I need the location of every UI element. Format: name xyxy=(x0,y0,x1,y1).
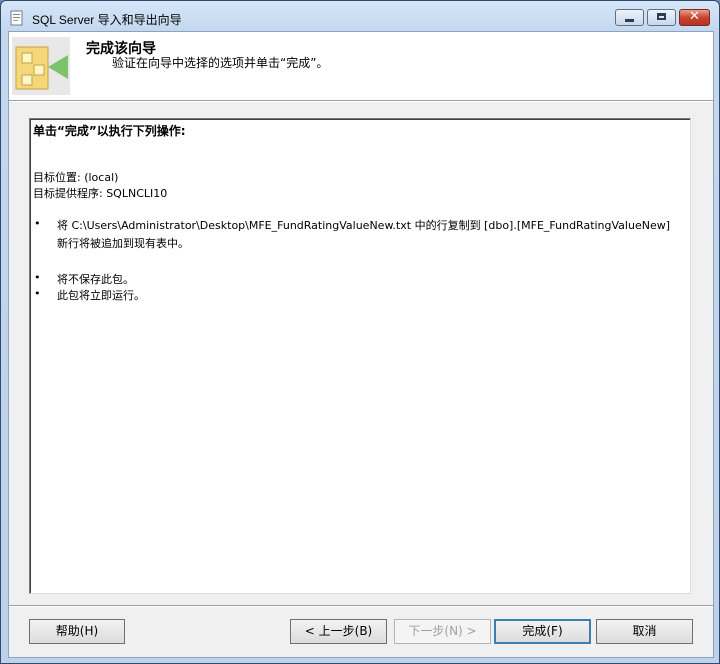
header-divider xyxy=(9,101,713,102)
wizard-window: SQL Server 导入和导出向导 ✕ 完成该向导 验证在向导中选择的选项并单… xyxy=(0,0,720,664)
copy-rows-line: 将 C:\Users\Administrator\Desktop\MFE_Fun… xyxy=(57,219,671,232)
maximize-button[interactable] xyxy=(647,9,676,26)
page-subtitle: 验证在向导中选择的选项并单击“完成”。 xyxy=(112,56,329,70)
maximize-icon xyxy=(657,13,666,20)
app-icon xyxy=(10,10,23,26)
summary-heading: 单击“完成”以执行下列操作: xyxy=(33,124,186,138)
bullet-marker: • xyxy=(34,287,41,300)
close-icon: ✕ xyxy=(689,9,700,24)
summary-panel[interactable]: 单击“完成”以执行下列操作: 目标位置: (local) 目标提供程序: SQL… xyxy=(29,118,691,594)
finish-button[interactable]: 完成(F) xyxy=(494,619,591,644)
help-button[interactable]: 帮助(H) xyxy=(29,619,125,644)
provider-line: 目标提供程序: SQLNCLI10 xyxy=(33,187,168,200)
no-save-package-line: 将不保存此包。 xyxy=(57,273,134,286)
destination-line: 目标位置: (local) xyxy=(33,171,119,184)
title-bar[interactable]: SQL Server 导入和导出向导 ✕ xyxy=(1,1,719,35)
back-button[interactable]: < 上一步(B) xyxy=(290,619,387,644)
footer-divider xyxy=(9,605,713,607)
window-title: SQL Server 导入和导出向导 xyxy=(32,13,182,27)
append-rows-line: 新行将被追加到现有表中。 xyxy=(57,237,189,250)
close-button[interactable]: ✕ xyxy=(679,9,710,26)
minimize-icon xyxy=(625,19,634,22)
bullet-marker: • xyxy=(34,217,41,230)
next-button[interactable]: 下一步(N) > xyxy=(394,619,491,644)
run-immediately-line: 此包将立即运行。 xyxy=(57,289,145,302)
wizard-finish-icon xyxy=(12,37,70,95)
minimize-button[interactable] xyxy=(615,9,644,26)
bullet-marker: • xyxy=(34,271,41,284)
wizard-client-area: 完成该向导 验证在向导中选择的选项并单击“完成”。 单击“完成”以执行下列操作:… xyxy=(8,31,714,658)
cancel-button[interactable]: 取消 xyxy=(596,619,693,644)
wizard-header: 完成该向导 验证在向导中选择的选项并单击“完成”。 xyxy=(9,32,713,101)
